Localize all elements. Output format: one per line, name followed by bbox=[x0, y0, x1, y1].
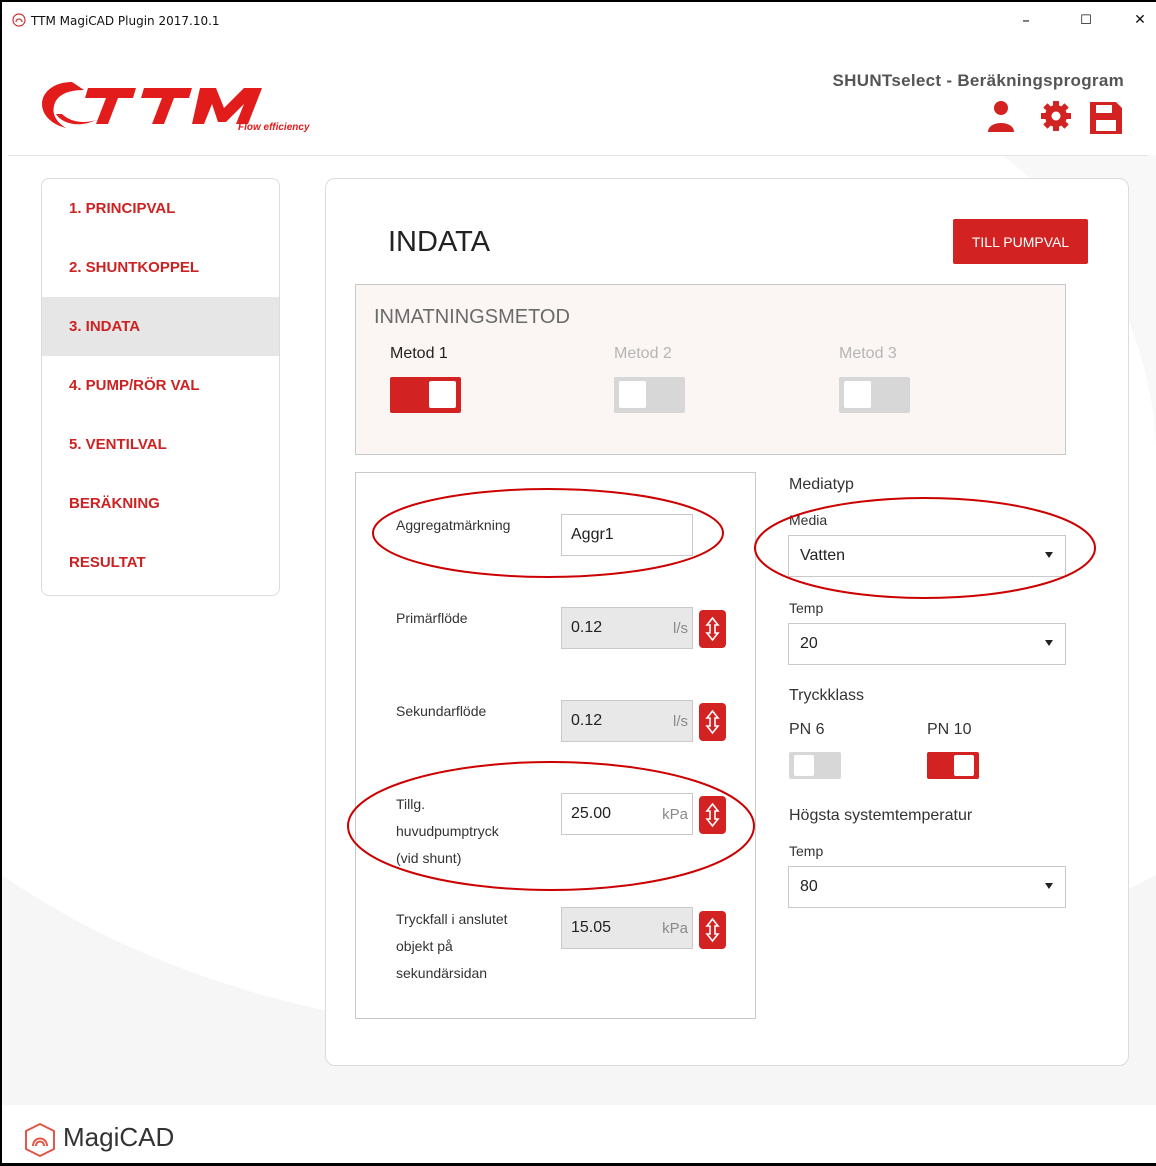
save-icon[interactable] bbox=[1090, 102, 1122, 134]
primarflode-toggle-icon[interactable] bbox=[699, 610, 726, 648]
primarflode-value: 0.12 bbox=[571, 619, 603, 636]
toggle-knob bbox=[844, 381, 871, 408]
pumptryck-label: Tillg. huvudpumptryck (vid shunt) bbox=[396, 791, 499, 872]
media-temp-label: Temp bbox=[789, 600, 824, 616]
pumptryck-label-line-1: Tillg. bbox=[396, 796, 426, 812]
till-pumpval-button[interactable]: TILL PUMPVAL bbox=[953, 219, 1088, 264]
tryckfall-label-line-1: Tryckfall i anslutet bbox=[396, 911, 508, 927]
tryckfall-input: 15.05 kPa bbox=[561, 907, 693, 949]
toggle-knob bbox=[429, 381, 456, 408]
sidebar-item-shuntkoppel[interactable]: 2. SHUNTKOPPEL bbox=[42, 238, 279, 297]
maximize-button[interactable]: ☐ bbox=[1072, 8, 1100, 32]
pn10-label: PN 10 bbox=[927, 721, 972, 738]
ttm-logo: Flow efficiency bbox=[42, 82, 310, 133]
method-3-label: Metod 3 bbox=[839, 345, 897, 362]
pn10-toggle[interactable] bbox=[927, 752, 979, 779]
media-label: Media bbox=[789, 512, 828, 528]
method-3-toggle[interactable] bbox=[839, 377, 910, 413]
sidebar-item-indata[interactable]: 3. INDATA bbox=[42, 297, 279, 356]
sidebar-item-resultat[interactable]: RESULTAT bbox=[42, 533, 279, 592]
sidebar-item-ventilval[interactable]: 5. VENTILVAL bbox=[42, 415, 279, 474]
title-bar: TTM MagiCAD Plugin 2017.10.1 – ☐ ✕ bbox=[2, 2, 1156, 34]
tryckfall-label: Tryckfall i anslutet objekt på sekundärs… bbox=[396, 906, 508, 987]
method-2-toggle[interactable] bbox=[614, 377, 685, 413]
systemtemp-temp-label: Temp bbox=[789, 843, 824, 859]
chevron-down-icon bbox=[1045, 883, 1053, 889]
sekundarflode-unit: l/s bbox=[673, 713, 688, 730]
media-value: Vatten bbox=[800, 547, 846, 564]
pumptryck-toggle-icon[interactable] bbox=[699, 796, 726, 834]
systemtemp-select[interactable]: 80 bbox=[788, 866, 1066, 908]
header-toolbar bbox=[988, 101, 1122, 134]
toggle-knob bbox=[794, 755, 814, 776]
magicad-brand: MagiCAD bbox=[63, 1122, 175, 1152]
page-title: INDATA bbox=[388, 226, 491, 258]
pumptryck-value: 25.00 bbox=[571, 805, 612, 822]
input-method-title: INMATNINGSMETOD bbox=[374, 306, 570, 328]
method-1-label: Metod 1 bbox=[390, 345, 448, 362]
sekundarflode-value: 0.12 bbox=[571, 712, 603, 729]
pn6-label: PN 6 bbox=[789, 721, 825, 738]
pumptryck-label-line-3: (vid shunt) bbox=[396, 850, 462, 866]
tryckfall-unit: kPa bbox=[662, 920, 688, 937]
close-button[interactable]: ✕ bbox=[1126, 8, 1154, 32]
primarflode-label: Primärflöde bbox=[396, 610, 468, 626]
user-icon[interactable] bbox=[988, 101, 1014, 132]
sidebar-item-berakning[interactable]: BERÄKNING bbox=[42, 474, 279, 533]
tryckklass-title: Tryckklass bbox=[789, 687, 864, 704]
pumptryck-input[interactable]: 25.00 kPa bbox=[561, 793, 693, 835]
media-select[interactable]: Vatten bbox=[788, 535, 1066, 577]
mediatyp-title: Mediatyp bbox=[789, 476, 854, 493]
systemtemp-value: 80 bbox=[800, 878, 818, 895]
primarflode-unit: l/s bbox=[673, 620, 688, 637]
primarflode-input: 0.12 l/s bbox=[561, 607, 693, 649]
sidebar-item-pump-ror-val[interactable]: 4. PUMP/RÖR VAL bbox=[42, 356, 279, 415]
sekundarflode-label: Sekundarflöde bbox=[396, 703, 487, 719]
pumptryck-unit: kPa bbox=[662, 806, 688, 823]
minimize-button[interactable]: – bbox=[1012, 8, 1040, 32]
aggregat-label: Aggregatmärkning bbox=[396, 517, 511, 533]
gear-icon[interactable] bbox=[1041, 101, 1071, 131]
tryckfall-toggle-icon[interactable] bbox=[699, 911, 726, 949]
logo-tagline: Flow efficiency bbox=[238, 122, 310, 133]
tryckfall-value: 15.05 bbox=[571, 919, 612, 936]
aggregat-input[interactable]: Aggr1 bbox=[561, 514, 693, 556]
app-heading: SHUNTselect - Beräkningsprogram bbox=[832, 71, 1124, 90]
toggle-knob bbox=[954, 755, 974, 776]
aggregat-value: Aggr1 bbox=[571, 526, 614, 543]
method-2-label: Metod 2 bbox=[614, 345, 672, 362]
app-icon bbox=[12, 13, 26, 27]
sekundarflode-input: 0.12 l/s bbox=[561, 700, 693, 742]
toggle-knob bbox=[619, 381, 646, 408]
sidebar-item-principval[interactable]: 1. PRINCIPVAL bbox=[42, 179, 279, 238]
tryckfall-label-line-2: objekt på bbox=[396, 938, 453, 954]
sidebar-nav: 1. PRINCIPVAL 2. SHUNTKOPPEL 3. INDATA 4… bbox=[41, 178, 280, 596]
pumptryck-label-line-2: huvudpumptryck bbox=[396, 823, 499, 839]
tryckfall-label-line-3: sekundärsidan bbox=[396, 965, 488, 981]
pn6-toggle[interactable] bbox=[789, 752, 841, 779]
media-temp-select[interactable]: 20 bbox=[788, 623, 1066, 665]
header-divider bbox=[8, 155, 1148, 156]
sekundarflode-toggle-icon[interactable] bbox=[699, 703, 726, 741]
chevron-down-icon bbox=[1045, 552, 1053, 558]
media-temp-value: 20 bbox=[800, 635, 818, 652]
window-title: TTM MagiCAD Plugin 2017.10.1 bbox=[31, 14, 220, 28]
chevron-down-icon bbox=[1045, 640, 1053, 646]
systemtemp-title: Högsta systemtemperatur bbox=[789, 807, 973, 824]
method-1-toggle[interactable] bbox=[390, 377, 461, 413]
